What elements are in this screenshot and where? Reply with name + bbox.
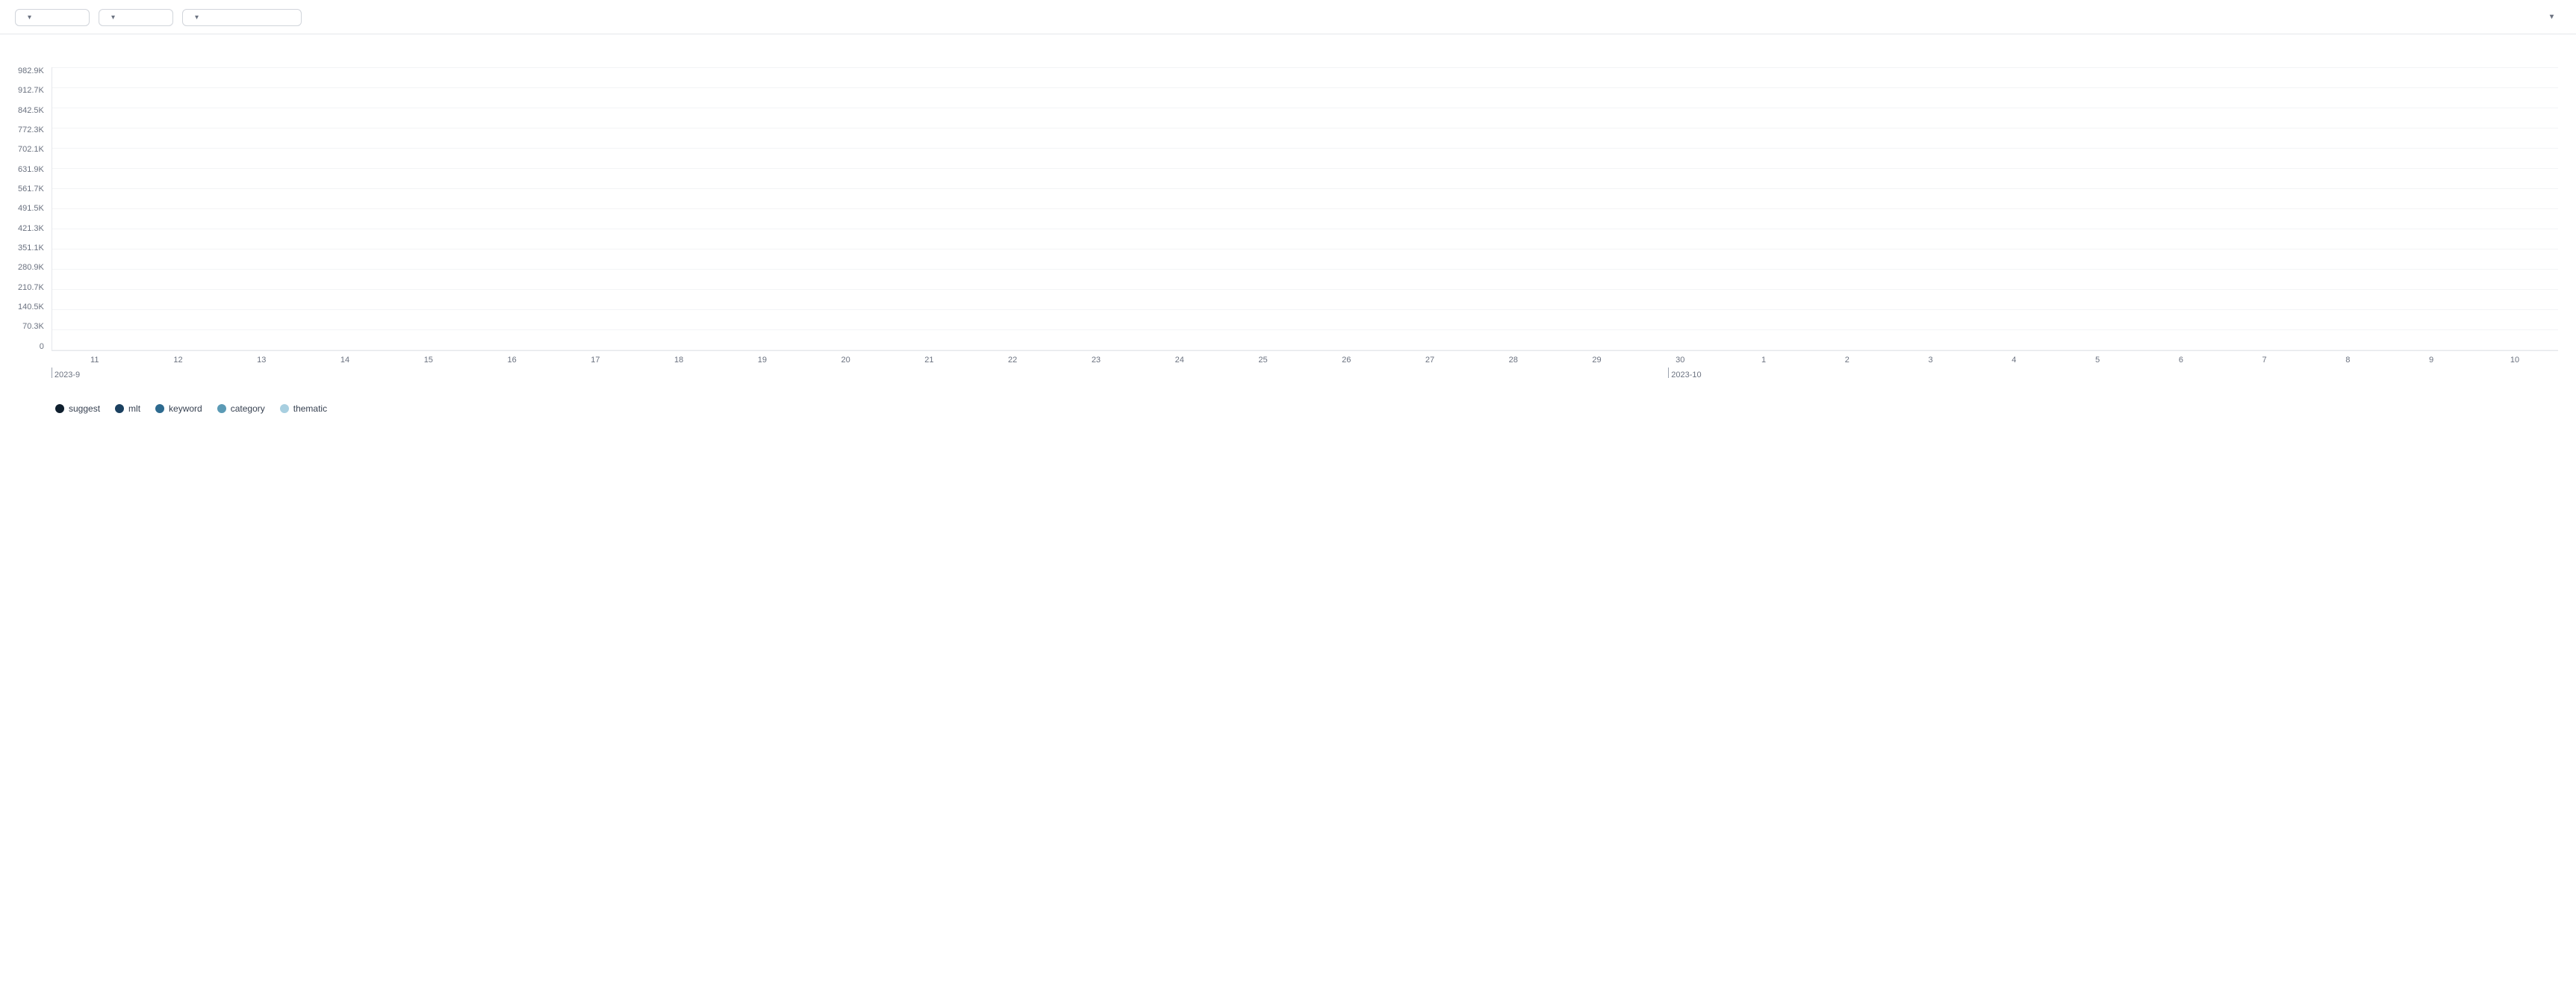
legend-item-keyword: keyword	[155, 403, 202, 414]
grid-line	[52, 208, 2558, 209]
view-chevron-icon: ▾	[111, 13, 115, 22]
grid-line	[52, 188, 2558, 189]
grid-line	[52, 309, 2558, 310]
legend-label-thematic: thematic	[293, 403, 327, 414]
x-axis-label: 30	[1640, 356, 1720, 365]
period-separator-2	[1668, 368, 1669, 378]
y-axis-label: 631.9K	[18, 166, 44, 174]
grid-line	[52, 148, 2558, 149]
y-axis-label: 351.1K	[18, 244, 44, 252]
x-axis-label: 1	[1723, 356, 1804, 365]
view-select[interactable]: ▾	[99, 9, 173, 26]
main-content: 982.9K 912.7K 842.5K 772.3K 702.1K 631.9K 561.…	[0, 34, 2576, 426]
date-range-select[interactable]: ▾	[15, 9, 90, 26]
grid-line	[52, 329, 2558, 330]
x-axis-label: 15	[388, 356, 469, 365]
x-axis-label: 27	[1390, 356, 1470, 365]
x-periods: 2023-9 2023-10	[52, 368, 2558, 382]
legend-dot-thematic	[280, 404, 289, 413]
group-by-chevron-icon: ▾	[195, 13, 199, 22]
filters-button[interactable]: ▾	[2538, 8, 2561, 25]
legend-dot-keyword	[155, 404, 164, 413]
x-axis-label: 11	[55, 356, 135, 365]
x-axis-label: 5	[2057, 356, 2138, 365]
x-axis-label: 23	[1056, 356, 1136, 365]
filters-chevron-icon: ▾	[2550, 13, 2554, 21]
x-axis-label: 9	[2391, 356, 2471, 365]
x-axis-label: 25	[1223, 356, 1304, 365]
y-axis-label: 702.1K	[18, 146, 44, 154]
legend-label-mlt: mlt	[128, 403, 140, 414]
x-axis-label: 19	[722, 356, 803, 365]
chart-area: 982.9K 912.7K 842.5K 772.3K 702.1K 631.9K 561.…	[18, 67, 2558, 414]
y-axis-label: 842.5K	[18, 107, 44, 115]
y-axis-label: 561.7K	[18, 185, 44, 193]
grid-line	[52, 67, 2558, 68]
y-axis-label: 912.7K	[18, 87, 44, 95]
y-axis-label: 982.9K	[18, 67, 44, 75]
date-range-filter: ▾	[15, 7, 90, 26]
legend: suggest mlt keyword category thematic	[18, 403, 2558, 414]
x-axis-label: 6	[2141, 356, 2221, 365]
date-range-chevron-icon: ▾	[28, 13, 31, 22]
legend-item-thematic: thematic	[280, 403, 327, 414]
x-axis-label: 18	[638, 356, 719, 365]
view-filter: ▾	[99, 7, 173, 26]
x-axis-label: 28	[1473, 356, 1554, 365]
x-axis: 1112131415161718192021222324252627282930…	[52, 356, 2558, 365]
top-bar: ▾ ▾ ▾ ▾	[0, 0, 2576, 34]
x-axis-label: 24	[1139, 356, 1220, 365]
x-axis-label: 4	[1973, 356, 2054, 365]
x-axis-label: 10	[2474, 356, 2555, 365]
x-axis-label: 8	[2308, 356, 2389, 365]
y-axis-label: 491.5K	[18, 205, 44, 213]
grid-line	[52, 87, 2558, 88]
x-axis-label: 17	[555, 356, 635, 365]
y-axis-label: 280.9K	[18, 264, 44, 272]
x-axis-label: 20	[806, 356, 886, 365]
legend-dot-suggest	[55, 404, 64, 413]
x-axis-label: 21	[889, 356, 970, 365]
legend-label-suggest: suggest	[69, 403, 100, 414]
x-axis-label: 16	[472, 356, 553, 365]
x-axis-label: 29	[1557, 356, 1637, 365]
legend-label-keyword: keyword	[169, 403, 202, 414]
x-axis-label: 2	[1807, 356, 1888, 365]
y-axis-label: 210.7K	[18, 284, 44, 292]
chart-wrapper: 982.9K 912.7K 842.5K 772.3K 702.1K 631.9K 561.…	[18, 67, 2558, 382]
legend-dot-category	[217, 404, 226, 413]
group-by-filter: ▾	[182, 7, 302, 26]
chart-body: 1112131415161718192021222324252627282930…	[52, 67, 2558, 382]
legend-item-suggest: suggest	[55, 403, 100, 414]
bars-container	[52, 67, 2558, 351]
y-axis-label: 0	[40, 343, 44, 351]
period-label-sep2023: 2023-9	[55, 371, 80, 379]
x-axis-label: 3	[1891, 356, 1971, 365]
period-label-oct2023: 2023-10	[1671, 371, 1701, 379]
grid-line	[52, 289, 2558, 290]
y-axis-label: 772.3K	[18, 126, 44, 134]
x-axis-label: 12	[138, 356, 219, 365]
legend-dot-mlt	[115, 404, 124, 413]
y-axis-label: 140.5K	[18, 303, 44, 311]
x-axis-label: 26	[1306, 356, 1387, 365]
y-axis: 982.9K 912.7K 842.5K 772.3K 702.1K 631.9K 561.…	[18, 67, 52, 351]
legend-item-mlt: mlt	[115, 403, 140, 414]
legend-item-category: category	[217, 403, 265, 414]
y-axis-label: 421.3K	[18, 225, 44, 233]
grid-line	[52, 168, 2558, 169]
x-axis-label: 13	[221, 356, 302, 365]
legend-label-category: category	[231, 403, 265, 414]
grid-line	[52, 269, 2558, 270]
x-axis-label: 22	[972, 356, 1053, 365]
group-by-select[interactable]: ▾	[182, 9, 302, 26]
grid-lines	[52, 67, 2558, 350]
x-axis-label: 7	[2224, 356, 2305, 365]
y-axis-label: 70.3K	[22, 323, 44, 331]
x-axis-label: 14	[305, 356, 385, 365]
